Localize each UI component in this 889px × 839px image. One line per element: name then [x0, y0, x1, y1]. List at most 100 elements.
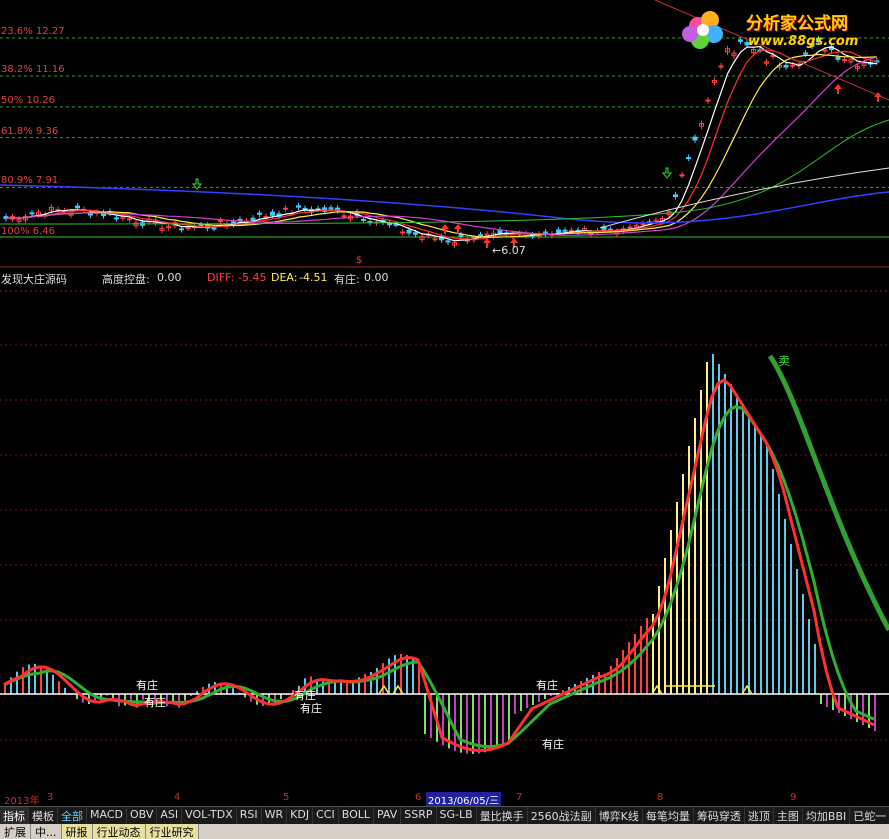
- indicator-tab[interactable]: BOLL: [338, 807, 374, 824]
- indicator-tab[interactable]: ASI: [157, 807, 183, 824]
- indicator-tab[interactable]: MACD: [87, 807, 127, 824]
- dea-value: -4.51: [299, 271, 328, 284]
- indicator-tab[interactable]: 指标: [0, 807, 29, 824]
- indicator-bar: [616, 658, 618, 694]
- candle-body: [218, 219, 223, 222]
- candle-body: [640, 223, 646, 226]
- stock-chart-window: 23.6% 12.27 38.2% 11.16 50% 10.26 61.8% …: [0, 0, 889, 839]
- indicator-tab[interactable]: 量比换手: [476, 807, 528, 824]
- candle-body: [55, 208, 61, 211]
- date-month: 7: [516, 792, 523, 803]
- candle-body: [556, 229, 561, 234]
- indicator-tab[interactable]: 筹码穿透: [693, 807, 745, 824]
- diff-value: -5.45: [238, 271, 267, 284]
- indicator-tab[interactable]: 2560战法副: [527, 807, 596, 824]
- indicator-bar: [388, 658, 390, 694]
- candle-body: [718, 65, 724, 68]
- height-control-value: 0.00: [157, 271, 182, 284]
- indicator-bar: [232, 688, 234, 694]
- indicator-bar: [508, 694, 510, 741]
- indicator-bar: [748, 414, 750, 694]
- indicator-bar: [514, 694, 516, 714]
- indicator-bar: [580, 681, 582, 694]
- indicator-tab[interactable]: 博弈K线: [595, 807, 643, 824]
- indicator-tab[interactable]: RSI: [236, 807, 262, 824]
- indicator-bar: [496, 694, 498, 748]
- buy-arrow-icon: [441, 224, 449, 234]
- candle-body: [406, 229, 412, 234]
- bottom-tab[interactable]: 中...: [31, 824, 62, 839]
- candle-body: [393, 223, 399, 226]
- indicator-tab[interactable]: 已蛇一: [850, 807, 889, 824]
- indicator-bar: [424, 694, 426, 734]
- dollar-marker: $: [356, 255, 363, 266]
- indicator-bar: [166, 694, 168, 707]
- indicator-bar: [754, 424, 756, 694]
- sell-signal: 卖: [778, 354, 791, 368]
- indicator-tab[interactable]: 模板: [29, 807, 58, 824]
- indicator-bar: [736, 394, 738, 694]
- bottom-tab-bar: 扩展 中... 研报 行业动态 行业研究: [0, 824, 889, 839]
- candle-body: [114, 217, 119, 220]
- bottom-tab[interactable]: 行业动态: [92, 824, 146, 839]
- fib-level-label: 23.6% 12.27: [1, 26, 65, 37]
- diff-label: DIFF:: [207, 271, 235, 284]
- indicator-tab[interactable]: 逃顶: [744, 807, 774, 824]
- date-month: 4: [174, 792, 181, 803]
- indicator-tab[interactable]: KDJ: [287, 807, 314, 824]
- zhuang-annotation: 有庄: [136, 679, 158, 692]
- indicator-bar: [826, 694, 828, 707]
- candle-body: [478, 234, 483, 237]
- candle-body: [400, 231, 405, 234]
- indicator-tab[interactable]: OBV: [126, 807, 158, 824]
- indicator-bar: [22, 667, 24, 694]
- indicator-tab[interactable]: SG-LB: [436, 807, 477, 824]
- candle-body: [692, 136, 698, 141]
- chart-canvas[interactable]: [0, 0, 889, 806]
- indicator-bar: [490, 694, 492, 751]
- indicator-bar: [466, 694, 468, 754]
- indicator-bar: [76, 694, 78, 700]
- indicator-tab[interactable]: CCI: [313, 807, 339, 824]
- selected-date: 2013/06/05/三: [426, 792, 502, 807]
- zhuang-annotation: 有庄: [542, 738, 564, 751]
- bottom-tab[interactable]: 扩展: [0, 824, 31, 839]
- candle-body: [179, 228, 184, 231]
- candle-body: [627, 226, 633, 229]
- date-axis: 2013年 3 4 5 6 2013/06/05/三 7 8 9: [0, 792, 889, 807]
- indicator-tab[interactable]: 主图: [773, 807, 803, 824]
- indicator-bar: [874, 694, 876, 731]
- indicator-name: 发现大庄源码: [1, 273, 67, 286]
- candle-body: [257, 212, 262, 215]
- indicator-bar: [766, 444, 768, 694]
- fib-level-label: 50% 10.26: [1, 95, 56, 106]
- indicator-tab[interactable]: SSRP: [401, 807, 437, 824]
- indicator-tab-bar: 指标 模板 全部 MACD OBV ASI VOL-TDX RSI WR KDJ CCI BOLL PA…: [0, 806, 889, 824]
- indicator-bar: [346, 683, 348, 694]
- indicator-bar: [664, 558, 666, 694]
- long-ma-line: [0, 119, 889, 225]
- fib-level-label: 80.9% 7.91: [1, 175, 59, 186]
- fib-level-label: 61.8% 9.36: [1, 126, 59, 137]
- indicator-tab[interactable]: VOL-TDX: [182, 807, 237, 824]
- candle-body: [29, 212, 35, 215]
- bottom-tab[interactable]: 研报: [61, 824, 93, 839]
- indicator-bar: [634, 634, 636, 694]
- candle-body: [458, 234, 464, 237]
- indicator-bar: [364, 673, 366, 694]
- indicator-tab[interactable]: 每笔均量: [642, 807, 694, 824]
- candle-body: [562, 229, 568, 232]
- indicator-bar: [760, 434, 762, 694]
- indicator-bar: [718, 364, 720, 694]
- indicator-tab[interactable]: WR: [261, 807, 288, 824]
- indicator-bar: [640, 626, 642, 694]
- indicator-bar: [16, 671, 18, 694]
- candle-body: [185, 227, 191, 230]
- indicator-tab[interactable]: 均加BBI: [802, 807, 851, 824]
- bottom-tab[interactable]: 行业研究: [145, 824, 199, 839]
- dea-label: DEA:: [271, 271, 298, 284]
- indicator-tab[interactable]: 全部: [58, 807, 87, 824]
- indicator-tab[interactable]: PAV: [374, 807, 402, 824]
- candle-body: [686, 157, 691, 160]
- date-axis-start: 2013年: [4, 796, 40, 807]
